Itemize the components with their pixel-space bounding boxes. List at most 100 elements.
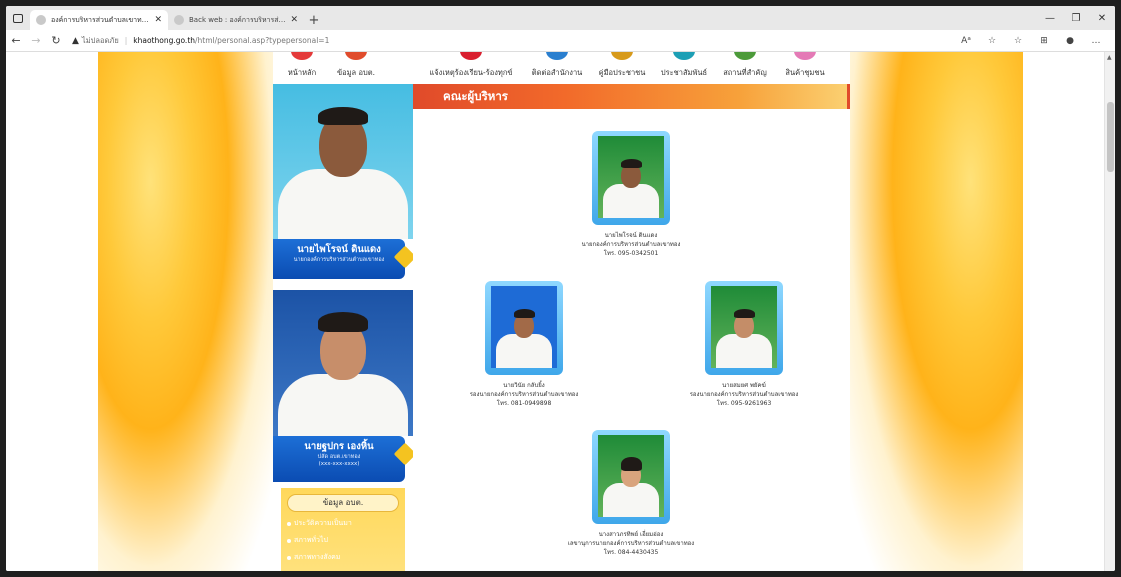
mayor-name-card[interactable]: นายไพโรจน์ ดินแดง นายกองค์การบริหารส่วนต… <box>273 239 417 279</box>
window-controls: — ❐ ✕ <box>1037 6 1115 30</box>
person-photo-frame <box>705 281 783 375</box>
mayor-photo <box>273 84 413 239</box>
person-photo <box>491 286 557 368</box>
person-phone: โทร. 081-0949898 <box>496 400 552 407</box>
tab-title: Back web : องค์การบริหารส่วนตำบ <box>189 15 287 24</box>
tab-title: องค์การบริหารส่วนตำบลเขาทอง ม.1 ต <box>51 15 150 24</box>
products-icon <box>794 52 816 60</box>
refresh-icon[interactable]: ↻ <box>46 34 66 47</box>
tab-close-icon[interactable]: ✕ <box>290 15 298 25</box>
page-scrollbar[interactable]: ▲ <box>1104 52 1115 571</box>
person-position: รองนายกองค์การบริหารส่วนตำบลเขาทอง <box>689 391 799 398</box>
menu-places[interactable]: สถานที่สำคัญ <box>717 52 773 84</box>
restore-icon[interactable]: ❐ <box>1063 13 1089 24</box>
scroll-up-icon[interactable]: ▲ <box>1107 54 1112 61</box>
person-position: เลขานุการนายกองค์การบริหารส่วนตำบลเขาทอง <box>567 540 695 547</box>
person-phone: โทร. 095-9261963 <box>716 400 772 407</box>
tab-backweb[interactable]: Back web : องค์การบริหารส่วนตำบ ✕ <box>168 10 304 30</box>
person-phone: โทร. 095-0342501 <box>603 250 659 257</box>
info-box: ข้อมูล อบต. ประวัติความเป็นมา สภาพทั่วไป… <box>281 488 405 571</box>
person-card[interactable]: นายสมยศ พยัคฆ์ รองนายกองค์การบริหารส่วนต… <box>659 281 829 408</box>
decor-background-right <box>848 52 1023 571</box>
menu-label: ติดต่อสำนักงาน <box>531 68 583 77</box>
menu-label: คู่มือประชาชน <box>598 68 646 77</box>
person-photo <box>598 136 664 218</box>
card-name: นายฐปกร เองหิ้น <box>304 441 374 452</box>
url-host: khaothong.go.th <box>133 36 196 45</box>
info-box-title: ข้อมูล อบต. <box>287 494 399 512</box>
person-photo-frame <box>592 131 670 225</box>
read-aloud-icon[interactable]: Aᵃ <box>953 36 979 46</box>
info-link-label: สภาพทั่วไป <box>294 536 328 544</box>
person-card[interactable]: นายวินัย กลับยิ้ง รองนายกองค์การบริหารส่… <box>439 281 609 408</box>
browser-toolbar: Aᵃ ☆ ☆ ⊞ ● … <box>953 36 1115 46</box>
menu-label: ข้อมูล อบต. <box>336 68 376 77</box>
info-icon <box>345 52 367 60</box>
back-icon[interactable]: ← <box>6 34 26 47</box>
info-link[interactable]: สภาพทางสังคม <box>287 552 405 563</box>
url-separator: | <box>124 36 128 45</box>
home-icon <box>291 52 313 60</box>
forward-icon[interactable]: → <box>26 34 46 47</box>
collections-icon[interactable]: ⊞ <box>1031 36 1057 46</box>
news-icon <box>673 52 695 60</box>
profile-icon[interactable]: ● <box>1057 36 1083 46</box>
section-title: คณะผู้บริหาร <box>443 89 508 103</box>
menu-complaint[interactable]: แจ้งเหตุร้องเรียน-ร้องทุกข์ <box>419 52 523 84</box>
person-name: นายสมยศ พยัคฆ์ <box>722 382 766 389</box>
bullet-icon <box>287 521 291 526</box>
clerk-name-card[interactable]: นายฐปกร เองหิ้น ปลัด อบต.เขาทอง (xxx-xxx… <box>273 436 417 482</box>
menu-manual[interactable]: คู่มือประชาชน <box>593 52 651 84</box>
person-card[interactable]: นางสาวภรทิพย์ เอี่ยมอ่อง เลขานุการนายกอง… <box>546 430 716 557</box>
card-phone: (xxx-xxx-xxxx) <box>318 461 360 467</box>
menu-label: หน้าหลัก <box>287 68 317 77</box>
person-name: นายวินัย กลับยิ้ง <box>503 382 545 389</box>
card-position: นายกองค์การบริหารส่วนตำบลเขาทอง <box>293 257 385 263</box>
contact-icon <box>546 52 568 60</box>
close-window-icon[interactable]: ✕ <box>1089 13 1115 24</box>
section-banner: คณะผู้บริหาร <box>413 84 850 109</box>
person-name: นางสาวภรทิพย์ เอี่ยมอ่อง <box>598 531 664 538</box>
more-icon[interactable]: … <box>1083 36 1109 46</box>
person-card[interactable]: นายไพโรจน์ ดินแดง นายกองค์การบริหารส่วนต… <box>546 131 716 258</box>
main-content: คณะผู้บริหาร นายไพโรจน์ ดินแดง นายกองค์ก… <box>413 84 850 571</box>
menu-label: ประชาสัมพันธ์ <box>660 68 708 77</box>
tab-bar: องค์การบริหารส่วนตำบลเขาทอง ม.1 ต ✕ Back… <box>6 6 1115 30</box>
menu-contact[interactable]: ติดต่อสำนักงาน <box>525 52 589 84</box>
left-sidebar: นายไพโรจน์ ดินแดง นายกองค์การบริหารส่วนต… <box>273 84 417 571</box>
person-photo-frame <box>485 281 563 375</box>
menu-home[interactable]: หน้าหลัก <box>281 52 323 84</box>
security-label[interactable]: ไม่ปลอดภัย <box>82 35 119 47</box>
complaint-icon <box>460 52 482 60</box>
person-photo <box>711 286 777 368</box>
web-page: หน้าหลัก ข้อมูล อบต. แจ้งเหตุร้องเรียน-ร… <box>6 52 1104 571</box>
site-favicon-icon <box>174 15 184 25</box>
card-position: ปลัด อบต.เขาทอง <box>317 454 361 460</box>
menu-label: แจ้งเหตุร้องเรียน-ร้องทุกข์ <box>429 68 513 77</box>
menu-label: สถานที่สำคัญ <box>723 68 767 77</box>
decor-background-left <box>98 52 273 571</box>
favorite-add-icon[interactable]: ☆ <box>979 36 1005 46</box>
new-tab-button[interactable]: + <box>304 10 324 30</box>
tab-actions-button[interactable] <box>6 6 30 30</box>
url-path: /html/personal.asp?typepersonal=1 <box>195 36 330 45</box>
menu-news[interactable]: ประชาสัมพันธ์ <box>655 52 713 84</box>
menu-about[interactable]: ข้อมูล อบต. <box>331 52 381 84</box>
card-name: นายไพโรจน์ ดินแดง <box>297 244 381 255</box>
bullet-icon <box>287 555 291 560</box>
url-field[interactable]: ▲ ไม่ปลอดภัย | khaothong.go.th /html/per… <box>72 35 329 47</box>
person-phone: โทร. 084-4430435 <box>603 549 659 556</box>
favorites-icon[interactable]: ☆ <box>1005 36 1031 46</box>
info-link[interactable]: สภาพทั่วไป <box>287 535 405 546</box>
info-link-label: ประวัติความเป็นมา <box>294 519 352 527</box>
minimize-icon[interactable]: — <box>1037 13 1063 24</box>
scrollbar-thumb[interactable] <box>1107 102 1114 172</box>
tab-close-icon[interactable]: ✕ <box>154 15 162 25</box>
manual-icon <box>611 52 633 60</box>
clerk-photo <box>273 290 413 436</box>
menu-products[interactable]: สินค้าชุมชน <box>779 52 831 84</box>
info-link[interactable]: ประวัติความเป็นมา <box>287 518 405 529</box>
browser-window: องค์การบริหารส่วนตำบลเขาทอง ม.1 ต ✕ Back… <box>6 6 1115 571</box>
tab-active[interactable]: องค์การบริหารส่วนตำบลเขาทอง ม.1 ต ✕ <box>30 10 168 30</box>
warning-icon[interactable]: ▲ <box>72 36 79 46</box>
